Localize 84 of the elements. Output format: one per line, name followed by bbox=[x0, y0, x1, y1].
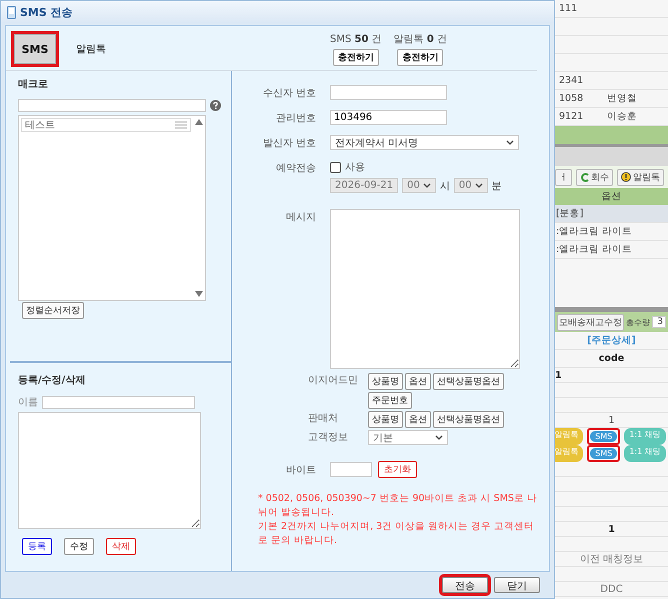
group-label: 고객정보 bbox=[308, 431, 349, 445]
tab[interactable]: 알림톡 bbox=[76, 42, 106, 56]
insert-tag-button[interactable]: 선택상품명옵션 bbox=[433, 411, 504, 428]
sender-select[interactable]: 전자계약서 미서명 bbox=[330, 135, 519, 150]
phone-icon bbox=[7, 6, 16, 18]
table-cell-text: 9121 bbox=[558, 111, 584, 122]
edit-button[interactable]: 수정 bbox=[64, 538, 94, 555]
field-label: 수신자 번호 bbox=[262, 87, 316, 100]
chevron-icon bbox=[422, 183, 431, 188]
section-title: 매크로 bbox=[18, 78, 49, 91]
macro-search-field[interactable] bbox=[18, 99, 206, 112]
field-label: 예약전송 bbox=[275, 162, 316, 175]
table-cell: 1 bbox=[555, 370, 562, 380]
toolbar-button[interactable]: 알림톡 bbox=[617, 168, 664, 186]
tab[interactable]: SMS bbox=[14, 34, 56, 64]
balance-count: SMS 50 건 bbox=[330, 33, 382, 46]
reserve-checkbox[interactable] bbox=[330, 162, 341, 172]
return-icon bbox=[580, 172, 589, 182]
register-button[interactable]: 등록 bbox=[22, 538, 52, 555]
section-title: 등록/수정/삭제 bbox=[18, 374, 86, 387]
minute-select[interactable]: 00 bbox=[454, 178, 488, 193]
insert-tag-button[interactable]: 선택상품명옵션 bbox=[433, 373, 504, 390]
field-label: 바이트 bbox=[285, 464, 316, 477]
hour-select[interactable]: 00 bbox=[402, 178, 436, 193]
field-label: 발신자 번호 bbox=[262, 137, 316, 150]
table-cell: :엘라크림 라이트 bbox=[555, 225, 632, 238]
help-icon[interactable] bbox=[210, 100, 221, 111]
name-label: 이름 bbox=[18, 396, 38, 409]
table-cell-text: 번영철 bbox=[606, 92, 638, 105]
group-label: 이지어드민 bbox=[308, 374, 359, 388]
chevron-icon bbox=[435, 435, 443, 440]
unit-label: 분 bbox=[492, 180, 502, 192]
field-label: 관리번호 bbox=[275, 112, 316, 125]
scroll-up-icon[interactable] bbox=[195, 119, 203, 125]
total-label: 총수량 bbox=[626, 316, 650, 328]
table-cell: DDC bbox=[600, 584, 623, 594]
table-cell-text: 111 bbox=[558, 3, 578, 14]
table-cell-text: 이승훈 bbox=[606, 110, 638, 123]
customer-info-select[interactable]: 기본 bbox=[368, 430, 448, 445]
table-cell: 1 bbox=[608, 414, 615, 426]
name-field[interactable] bbox=[42, 396, 195, 408]
reset-button[interactable]: 초기화 bbox=[378, 461, 417, 478]
delete-button[interactable]: 삭제 bbox=[106, 538, 136, 555]
chevron-icon bbox=[506, 140, 514, 145]
macro-item[interactable]: 테스트 bbox=[21, 118, 191, 132]
insert-tag-button[interactable]: 상품명 bbox=[368, 411, 403, 428]
date-field[interactable]: 2026-09-21 bbox=[330, 178, 398, 193]
scroll-down-icon[interactable] bbox=[195, 291, 203, 297]
insert-tag-button[interactable]: 주문번호 bbox=[368, 392, 412, 409]
group-label: 판매처 bbox=[308, 412, 339, 426]
warning-icon bbox=[621, 172, 631, 182]
total-field: 3 bbox=[652, 316, 666, 328]
insert-tag-button[interactable]: 옵션 bbox=[405, 373, 431, 390]
table-cell: [분홍] bbox=[555, 207, 584, 220]
notice-text: * 0502, 0506, 050390~7 번호는 90바이트 초과 시 SMS로 나뉘어 발송됩니다. 기본 2건까지 나누어지며, 3건 이상을 원하시는 경우 고객센터로 문의 바랍니다. bbox=[258, 492, 538, 548]
manage-number-field[interactable]: 103496 bbox=[330, 110, 447, 125]
column-header: 옵션 bbox=[602, 190, 622, 203]
toolbar-button[interactable]: ㅓ bbox=[555, 168, 572, 186]
table-cell-text: 2341 bbox=[558, 75, 584, 86]
close-button[interactable]: 닫기 bbox=[494, 577, 540, 593]
column-header: code bbox=[598, 353, 624, 364]
recipient-field[interactable] bbox=[330, 85, 447, 100]
send-button[interactable]: 전송 bbox=[442, 577, 488, 593]
macro-text-area[interactable] bbox=[18, 412, 201, 529]
balance-count: 알림톡 0 건 bbox=[394, 33, 447, 46]
charge-button[interactable]: 충전하기 bbox=[332, 49, 379, 66]
checkbox-label: 사용 bbox=[345, 161, 365, 174]
table-cell-text: 이전 매칭정보 bbox=[580, 553, 644, 566]
message-field[interactable] bbox=[330, 209, 520, 369]
insert-tag-button[interactable]: 옵션 bbox=[405, 411, 431, 428]
field-label: 메시지 bbox=[285, 211, 316, 224]
table-cell: :엘라크림 라이트 bbox=[555, 243, 632, 256]
table-cell: 1 bbox=[608, 524, 615, 534]
drag-handle-icon[interactable] bbox=[175, 121, 187, 129]
table-cell-text: 1058 bbox=[558, 93, 584, 104]
chevron-icon bbox=[474, 183, 483, 188]
window-title: SMS 전송 bbox=[20, 4, 73, 20]
charge-button[interactable]: 충전하기 bbox=[397, 49, 444, 66]
save-order-button[interactable]: 정렬순서저장 bbox=[22, 302, 84, 319]
insert-tag-button[interactable]: 상품명 bbox=[368, 373, 403, 390]
toolbar-button[interactable]: 회수 bbox=[576, 168, 613, 186]
stock-edit-button[interactable]: 모배송재고수정 bbox=[557, 314, 624, 330]
bytes-field[interactable] bbox=[330, 462, 372, 477]
unit-label: 시 bbox=[440, 180, 450, 192]
